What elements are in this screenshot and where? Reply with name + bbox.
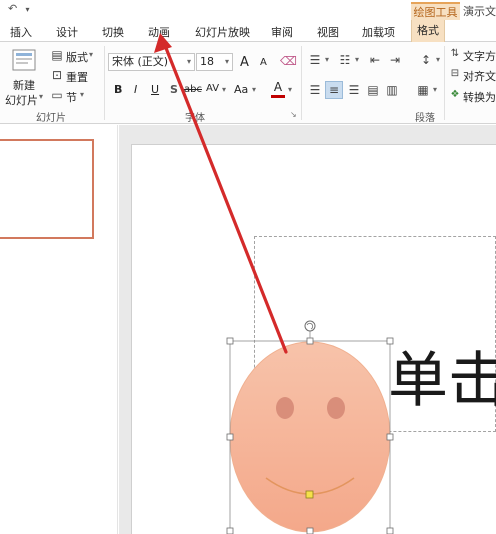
smiley-face-shape[interactable] <box>229 341 391 533</box>
adjustment-handle[interactable] <box>305 490 314 499</box>
shape-overlay <box>154 33 394 534</box>
rotate-handle-icon[interactable] <box>304 320 316 338</box>
smiley-right-eye <box>327 397 345 419</box>
annotation-arrow <box>154 33 288 354</box>
smiley-left-eye <box>276 397 294 419</box>
